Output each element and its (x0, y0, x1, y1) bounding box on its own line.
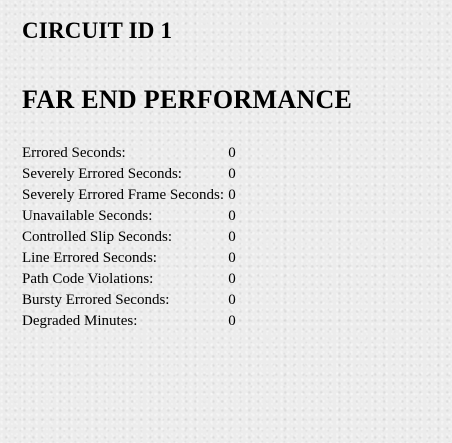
stat-value: 0 (228, 166, 236, 182)
stat-row-line-errored-seconds: Line Errored Seconds: 0 (22, 248, 240, 269)
performance-stats-table: Errored Seconds: 0 Severely Errored Seco… (22, 143, 240, 332)
stat-value: 0 (228, 250, 236, 266)
circuit-title: CIRCUIT ID 1 (22, 18, 173, 43)
stat-label: Bursty Errored Seconds: (22, 292, 170, 308)
stat-label: Severely Errored Frame Seconds: (22, 187, 225, 203)
stat-row-bursty-errored-seconds: Bursty Errored Seconds: 0 (22, 290, 240, 311)
stat-value: 0 (228, 292, 236, 308)
stat-row-path-code-violations: Path Code Violations: 0 (22, 269, 240, 290)
stat-label: Degraded Minutes: (22, 313, 138, 329)
performance-page: CIRCUIT ID 1 FAR END PERFORMANCE Errored… (22, 16, 442, 332)
stat-row-errored-seconds: Errored Seconds: 0 (22, 143, 240, 164)
stat-label: Line Errored Seconds: (22, 250, 157, 266)
stat-row-severely-errored-frame-seconds: Severely Errored Frame Seconds: 0 (22, 185, 240, 206)
stat-value: 0 (228, 208, 236, 224)
section-title: FAR END PERFORMANCE (22, 85, 353, 114)
stat-row-severely-errored-seconds: Severely Errored Seconds: 0 (22, 164, 240, 185)
stat-value: 0 (228, 145, 236, 161)
stat-value: 0 (228, 271, 236, 287)
stat-label: Path Code Violations: (22, 271, 154, 287)
stat-row-degraded-minutes: Degraded Minutes: 0 (22, 311, 240, 332)
stat-value: 0 (228, 229, 236, 245)
stat-value: 0 (228, 187, 236, 203)
stat-row-controlled-slip-seconds: Controlled Slip Seconds: 0 (22, 227, 240, 248)
stat-value: 0 (228, 313, 236, 329)
stat-row-unavailable-seconds: Unavailable Seconds: 0 (22, 206, 240, 227)
stat-label: Errored Seconds: (22, 145, 126, 161)
stat-label: Severely Errored Seconds: (22, 166, 182, 182)
stat-label: Controlled Slip Seconds: (22, 229, 172, 245)
stat-label: Unavailable Seconds: (22, 208, 153, 224)
